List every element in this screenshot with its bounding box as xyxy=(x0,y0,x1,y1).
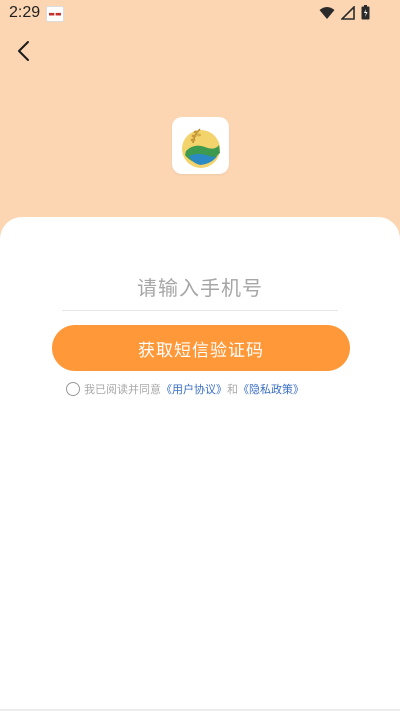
wifi-icon xyxy=(319,6,335,20)
status-icons xyxy=(319,5,370,20)
app-logo xyxy=(172,117,229,174)
app-notification-icon: ▬▬ xyxy=(46,6,64,22)
back-button[interactable] xyxy=(10,36,40,66)
agreement-prefix: 我已阅读并同意 xyxy=(84,383,161,396)
status-bar: 2:29 ▬▬ xyxy=(0,0,400,28)
phone-input[interactable] xyxy=(62,266,338,311)
agreement-checkbox[interactable] xyxy=(66,382,80,396)
get-sms-code-button[interactable]: 获取短信验证码 xyxy=(52,325,350,371)
signal-icon xyxy=(341,5,355,20)
battery-icon xyxy=(361,5,370,20)
agreement-conjunction: 和 xyxy=(227,383,238,396)
back-arrow-icon xyxy=(18,41,29,61)
agreement-row: 我已阅读并同意 《用户协议》 和 《隐私政策》 xyxy=(66,380,304,398)
app-logo-icon xyxy=(182,128,220,168)
privacy-policy-link[interactable]: 《隐私政策》 xyxy=(238,381,304,397)
user-agreement-link[interactable]: 《用户协议》 xyxy=(161,381,227,397)
status-time: 2:29 xyxy=(9,4,41,21)
